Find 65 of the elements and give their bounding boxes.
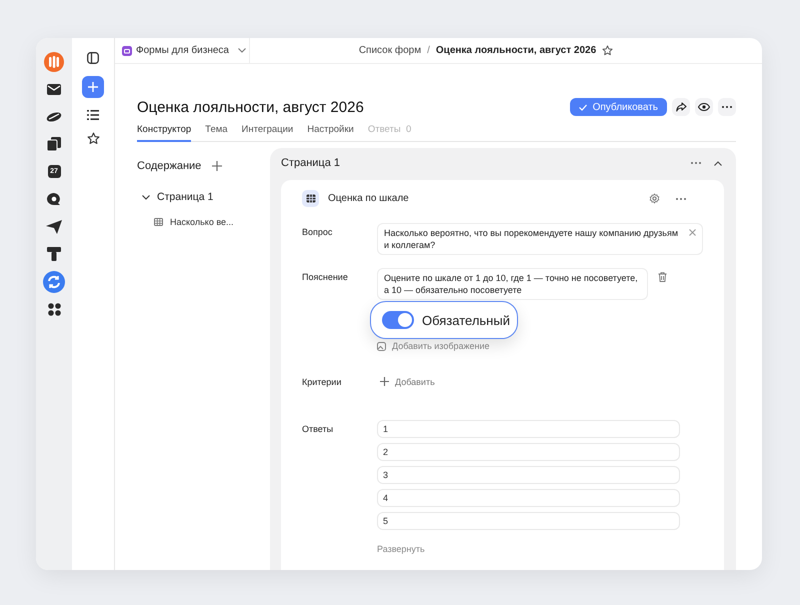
answer-field[interactable]: 5 (377, 512, 680, 530)
required-toggle-callout[interactable]: Обязательный (370, 301, 518, 339)
tab[interactable]: Тема (205, 122, 228, 142)
workspace-dropdown[interactable]: Формы для бизнеса (122, 45, 246, 56)
answer-field[interactable]: 1 (377, 420, 680, 438)
create-button[interactable] (82, 76, 104, 98)
trash-icon[interactable] (658, 272, 667, 282)
toggle-label: Обязательный (422, 312, 510, 328)
documents-icon[interactable] (47, 137, 61, 152)
answer-field[interactable]: 2 (377, 443, 680, 461)
sidebar-toggle-icon[interactable] (87, 52, 99, 64)
star-icon[interactable] (602, 45, 614, 56)
plus-icon (88, 82, 98, 92)
outline-page[interactable]: Страница 1 (142, 191, 270, 203)
field-label: Критерии (302, 376, 342, 387)
chevron-down-icon (238, 48, 246, 53)
outline-heading: Содержание (137, 160, 202, 172)
tab[interactable]: Интеграции (242, 122, 294, 142)
paper-plane-icon[interactable] (46, 220, 62, 234)
add-image-link[interactable]: Добавить изображение (392, 341, 490, 351)
share-button[interactable] (672, 98, 690, 116)
image-icon (377, 342, 386, 350)
forms-logo-icon (122, 46, 132, 56)
cloud-icon[interactable] (46, 110, 62, 123)
page-title: Страница 1 (281, 157, 340, 169)
expand-link[interactable]: Развернуть (377, 544, 680, 554)
logo-icon[interactable] (44, 52, 64, 72)
add-criterion-button[interactable]: Добавить (377, 373, 435, 387)
mail-icon[interactable] (47, 84, 61, 95)
tab[interactable]: Конструктор (137, 122, 192, 142)
sync-icon[interactable] (43, 270, 65, 293)
settings-icon[interactable] (649, 193, 660, 204)
table-icon (154, 218, 163, 226)
breadcrumb-separator: / (427, 45, 430, 56)
answer-field[interactable]: 3 (377, 466, 680, 484)
tracker-icon[interactable] (47, 247, 61, 262)
table-icon (302, 190, 319, 207)
field-label: Пояснение (302, 271, 349, 284)
answer-field[interactable]: 4 (377, 489, 680, 507)
field-label: Вопрос (302, 226, 334, 239)
add-icon[interactable] (212, 161, 222, 171)
apps-icon[interactable] (48, 302, 60, 316)
field-label: Ответы (302, 423, 334, 436)
collapse-icon[interactable] (714, 160, 722, 166)
star-icon[interactable] (86, 132, 100, 145)
publish-button[interactable]: Опубликовать (570, 98, 667, 116)
chat-icon[interactable] (46, 192, 62, 206)
outline-item[interactable]: Насколько ве... (170, 217, 234, 227)
check-icon (578, 104, 587, 110)
list-icon[interactable] (87, 110, 99, 120)
clear-icon[interactable] (689, 229, 696, 236)
question-field[interactable]: Насколько вероятно, что вы порекомендуете нашу компанию друзьям и коллегам? (377, 223, 703, 255)
breadcrumb-link[interactable]: Оценка лояльности, август 2026 (436, 45, 596, 56)
more-button[interactable] (718, 98, 736, 116)
eye-icon (698, 103, 710, 111)
share-icon (676, 102, 686, 112)
breadcrumb-link[interactable]: Список форм (358, 45, 422, 56)
form-title: Оценка лояльности, август 2026 (137, 98, 364, 116)
plus-icon (380, 377, 389, 386)
explanation-field[interactable]: Оцените по шкале от 1 до 10, где 1 — точно не посоветуете, а 10 — обязательно посоветуете (377, 268, 648, 300)
chevron-icon (142, 194, 150, 200)
tab[interactable]: Настройки (307, 122, 354, 142)
question-type: Оценка по шкале (328, 193, 410, 204)
toggle-switch[interactable] (382, 311, 414, 329)
preview-button[interactable] (695, 98, 713, 116)
